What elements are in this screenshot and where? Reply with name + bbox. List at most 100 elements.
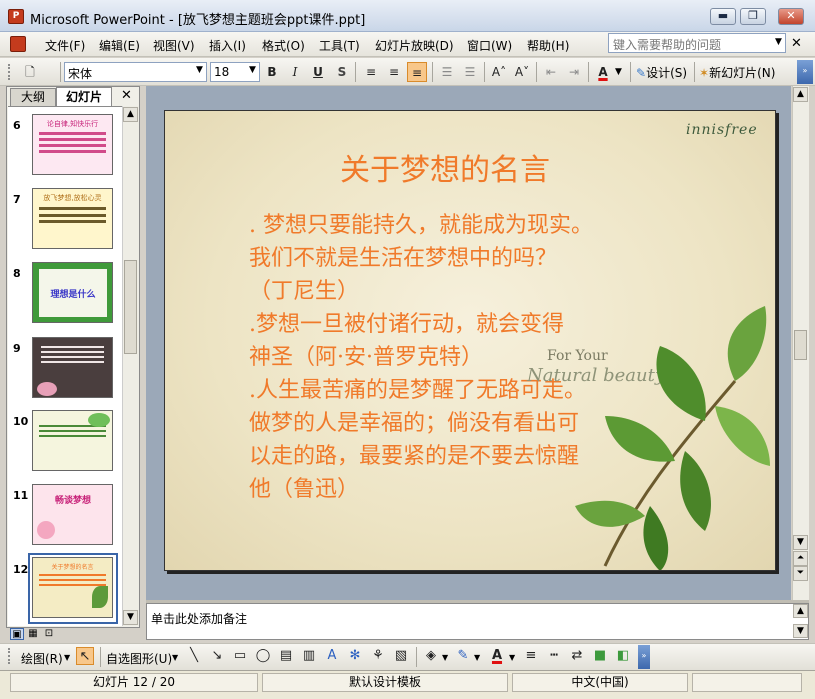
tab-slides[interactable]: 幻灯片	[56, 87, 112, 106]
toolbar-separator	[416, 647, 417, 667]
textbox-tool-icon[interactable]: ▤	[277, 647, 295, 665]
line-color-icon[interactable]: ✎	[454, 647, 472, 665]
arrow-tool-icon[interactable]: ↘	[208, 647, 226, 665]
slide-canvas[interactable]: innisfree 关于梦想的名言 . 梦想只要能持久，就能成为现实。 我们不就…	[164, 110, 776, 571]
close-button[interactable]: ✕	[778, 8, 804, 25]
toolbar-separator	[432, 62, 433, 82]
fill-color-icon[interactable]: ◈	[422, 647, 440, 665]
powerpoint-app-icon[interactable]: P	[8, 9, 24, 24]
dash-style-icon[interactable]: ┅	[545, 647, 563, 665]
minimize-button[interactable]: ▬	[710, 8, 736, 25]
toolbar-grip[interactable]	[8, 64, 11, 80]
menu-window[interactable]: 窗口(W)	[467, 37, 512, 54]
next-slide-icon[interactable]: ⏷	[793, 566, 808, 581]
previous-slide-icon[interactable]: ⏶	[793, 551, 808, 566]
menu-view[interactable]: 视图(V)	[153, 37, 195, 54]
menu-format[interactable]: 格式(O)	[262, 37, 305, 54]
picture-tool-icon[interactable]: ▧	[392, 647, 410, 665]
slide-title[interactable]: 关于梦想的名言	[165, 145, 725, 189]
slide-thumbnail[interactable]	[32, 410, 113, 471]
align-right-icon[interactable]: ≡	[407, 62, 427, 82]
normal-view-icon[interactable]: ▣	[10, 628, 24, 640]
toolbar-grip[interactable]	[8, 648, 11, 664]
bulleted-list-icon[interactable]: ☰	[460, 62, 480, 82]
toolbar-options-button[interactable]: »	[797, 60, 813, 84]
autoshapes-menu-button[interactable]: 自选图形(U)	[106, 650, 172, 667]
scroll-down-icon[interactable]: ▼	[793, 535, 808, 550]
font-name-select[interactable]: 宋体	[64, 62, 207, 82]
vertical-textbox-tool-icon[interactable]: ▥	[300, 647, 318, 665]
menu-tools[interactable]: 工具(T)	[319, 37, 360, 54]
menu-edit[interactable]: 编辑(E)	[99, 37, 140, 54]
slide-thumbnail[interactable]	[32, 337, 113, 398]
design-button[interactable]: ✎设计(S)	[636, 64, 687, 81]
chevron-down-icon[interactable]: ▼	[775, 37, 782, 47]
font-color-tool-icon[interactable]: A	[488, 647, 506, 665]
chevron-down-icon[interactable]: ▼	[474, 653, 480, 662]
clipart-tool-icon[interactable]: ⚘	[369, 647, 387, 665]
wordart-tool-icon[interactable]: A	[323, 647, 341, 665]
slide-thumbnail[interactable]: 关于梦想的名言	[32, 557, 113, 618]
chevron-down-icon[interactable]: ▼	[249, 65, 256, 75]
scroll-thumb[interactable]	[124, 260, 137, 354]
document-close-button[interactable]: ✕	[791, 36, 802, 51]
increase-indent-icon[interactable]: ⇥	[564, 62, 584, 82]
chevron-down-icon[interactable]: ▼	[442, 653, 448, 662]
thumbnail-number: 12	[13, 563, 29, 576]
pane-close-button[interactable]: ✕	[121, 88, 132, 103]
slide-thumbnail[interactable]: 放飞梦想,放松心灵	[32, 188, 113, 249]
scroll-thumb[interactable]	[794, 330, 807, 360]
menu-help[interactable]: 帮助(H)	[527, 37, 569, 54]
chevron-down-icon[interactable]: ▼	[64, 653, 70, 662]
select-pointer-icon[interactable]: ↖	[76, 647, 94, 665]
thumbnail-scrollbar[interactable]	[122, 106, 139, 626]
document-icon[interactable]	[10, 36, 26, 52]
shadow-style-icon[interactable]: ■	[591, 647, 609, 665]
align-center-icon[interactable]: ≡	[384, 62, 404, 82]
rectangle-tool-icon[interactable]: ▭	[231, 647, 249, 665]
increase-font-icon[interactable]: A˄	[489, 62, 509, 82]
menu-slideshow[interactable]: 幻灯片放映(D)	[375, 37, 454, 54]
toolbar-options-button[interactable]: »	[638, 645, 650, 669]
decrease-indent-icon[interactable]: ⇤	[541, 62, 561, 82]
help-search-input[interactable]: 键入需要帮助的问题	[608, 33, 786, 53]
arrow-style-icon[interactable]: ⇄	[568, 647, 586, 665]
restore-button[interactable]: ❐	[740, 8, 766, 25]
scroll-down-icon[interactable]: ▼	[123, 610, 138, 625]
scroll-down-icon[interactable]: ▼	[793, 624, 808, 638]
scroll-up-icon[interactable]: ▲	[793, 604, 808, 618]
font-color-button[interactable]: A	[593, 62, 613, 82]
thumbnail-title: 理想是什么	[50, 290, 96, 300]
chevron-down-icon[interactable]: ▼	[196, 65, 203, 75]
3d-style-icon[interactable]: ◧	[614, 647, 632, 665]
slide-thumbnail[interactable]: 畅谈梦想	[32, 484, 113, 545]
oval-tool-icon[interactable]: ◯	[254, 647, 272, 665]
tab-outline[interactable]: 大纲	[10, 88, 56, 106]
bold-button[interactable]: B	[262, 62, 282, 82]
scroll-up-icon[interactable]: ▲	[793, 87, 808, 102]
slide-thumbnail[interactable]: 论自律,知快乐行	[32, 114, 113, 175]
line-tool-icon[interactable]: ╲	[185, 647, 203, 665]
align-left-icon[interactable]: ≡	[361, 62, 381, 82]
chevron-down-icon[interactable]: ▼	[615, 67, 622, 77]
slideshow-view-icon[interactable]: ⊡	[42, 628, 56, 640]
underline-button[interactable]: U	[308, 62, 328, 82]
slide-sorter-view-icon[interactable]: ▦	[26, 628, 40, 640]
diagram-tool-icon[interactable]: ✻	[346, 647, 364, 665]
chevron-down-icon[interactable]: ▼	[172, 653, 178, 662]
shadow-button[interactable]: S	[332, 62, 352, 82]
slide-thumbnail[interactable]: 理想是什么	[32, 262, 113, 323]
menu-insert[interactable]: 插入(I)	[209, 37, 246, 54]
scroll-up-icon[interactable]: ▲	[123, 107, 138, 122]
new-document-icon[interactable]: 🗋	[20, 62, 40, 82]
numbered-list-icon[interactable]: ☰	[437, 62, 457, 82]
italic-button[interactable]: I	[285, 62, 305, 82]
menu-file[interactable]: 文件(F)	[45, 37, 85, 54]
draw-menu-button[interactable]: 绘图(R)	[21, 650, 63, 667]
toolbar-separator	[484, 62, 485, 82]
notes-placeholder[interactable]: 单击此处添加备注	[151, 610, 247, 627]
decrease-font-icon[interactable]: A˅	[512, 62, 532, 82]
line-style-icon[interactable]: ≡	[522, 647, 540, 665]
new-slide-button[interactable]: ✶新幻灯片(N)	[699, 64, 775, 81]
chevron-down-icon[interactable]: ▼	[509, 653, 515, 662]
